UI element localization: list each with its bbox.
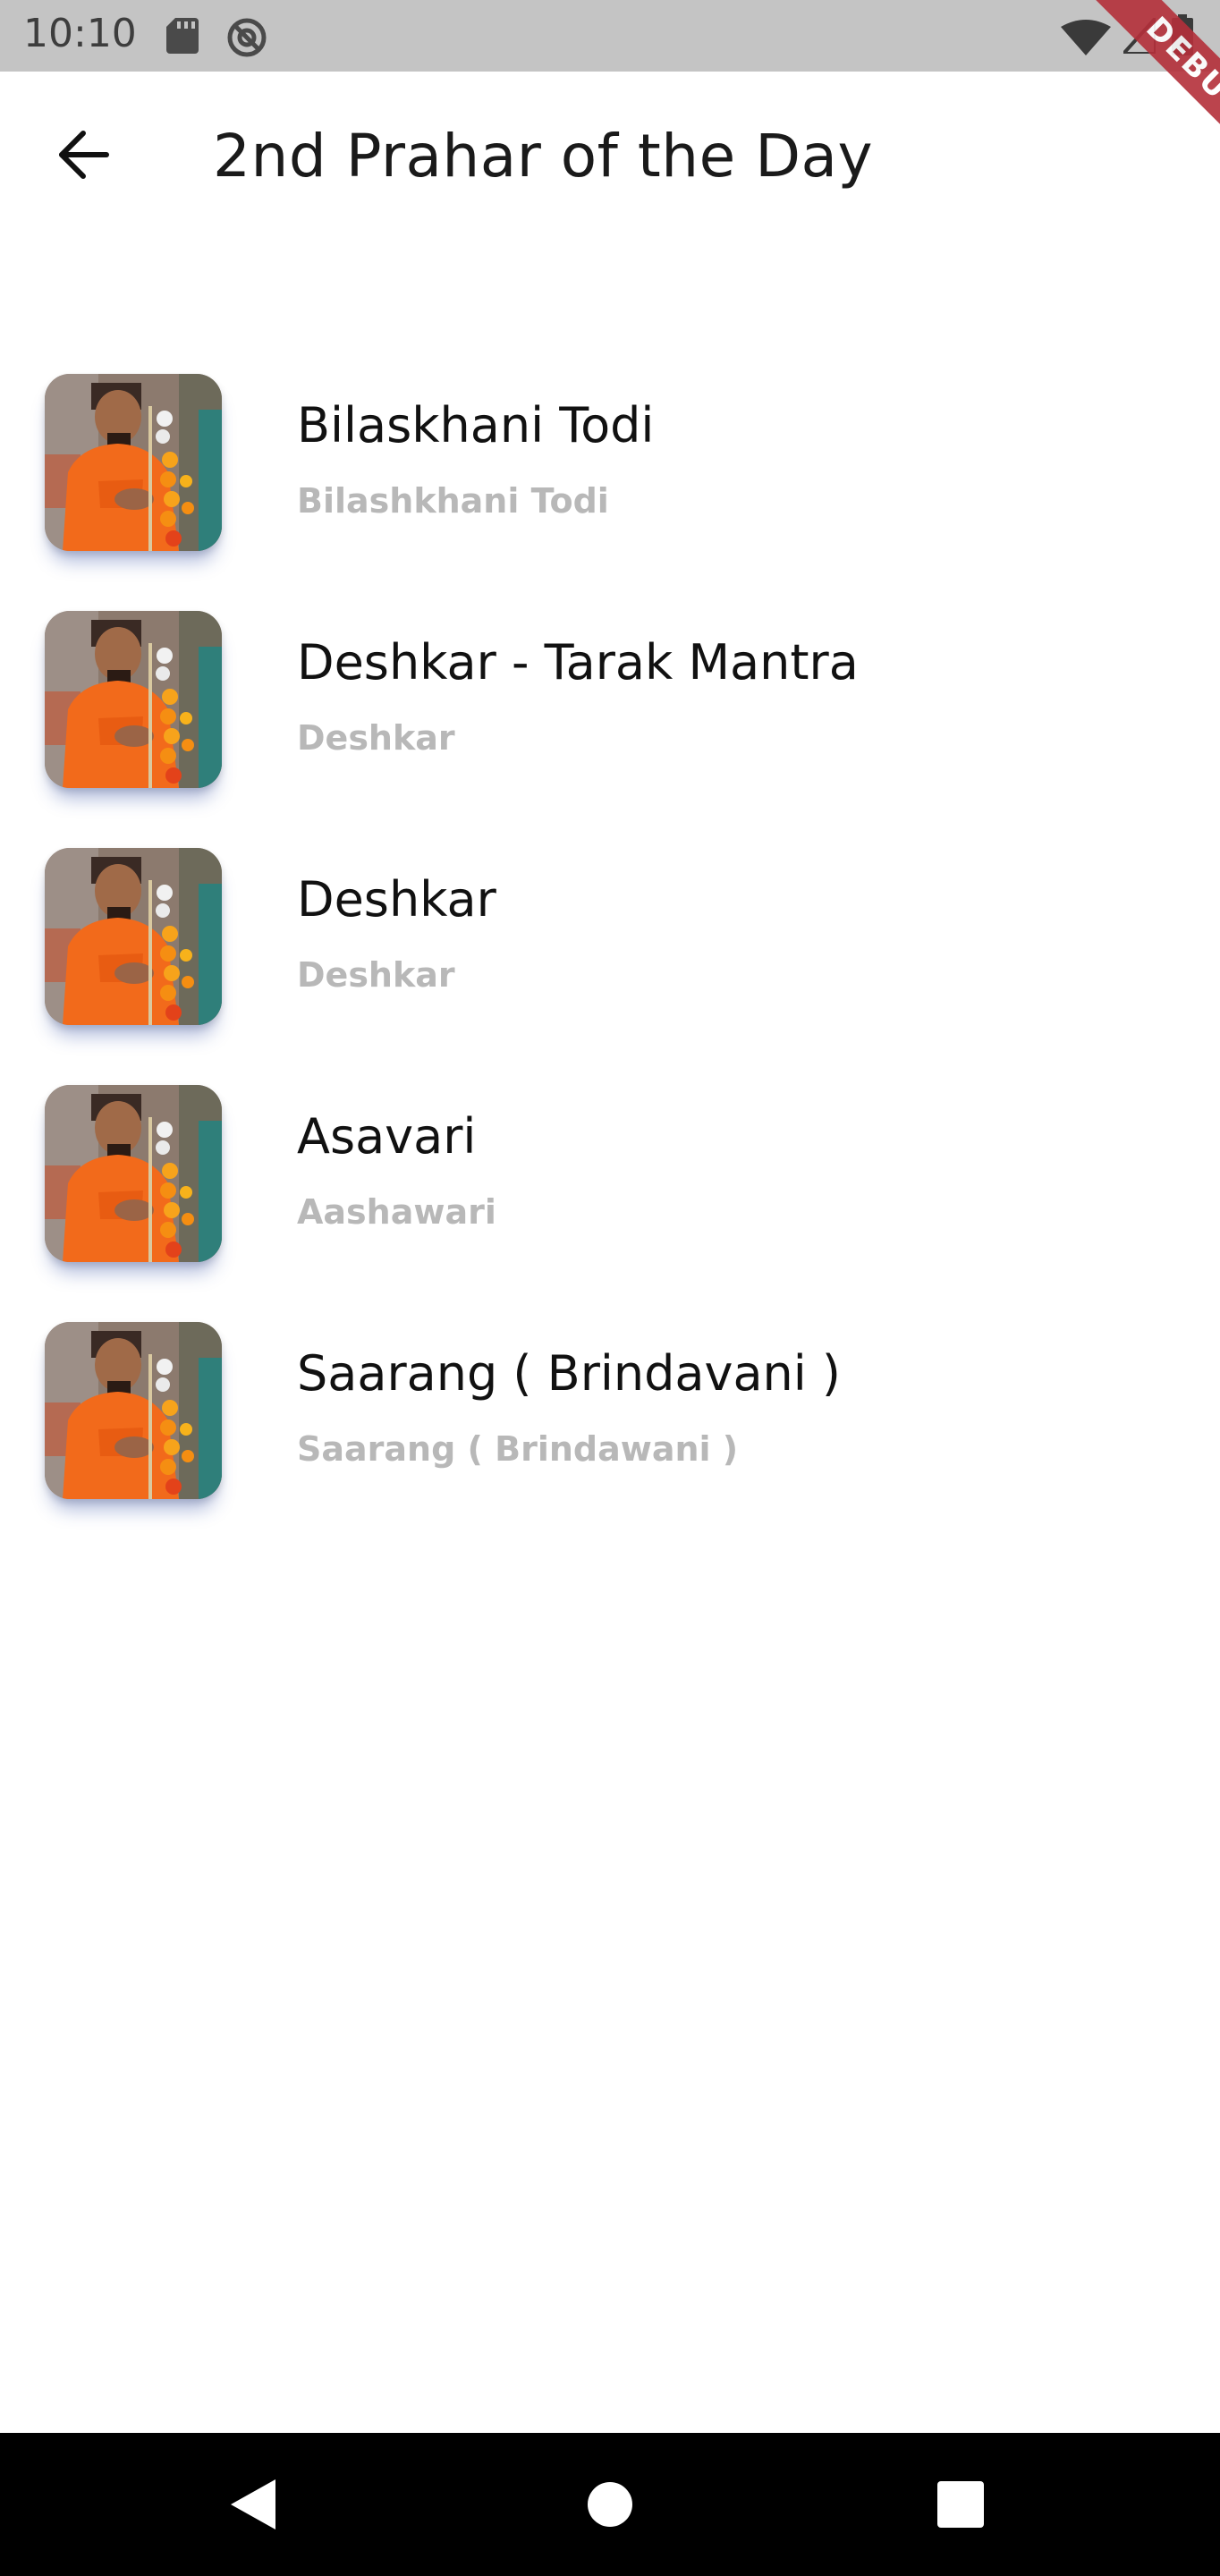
list-item[interactable]: Bilaskhani Todi Bilashkhani Todi: [0, 358, 1220, 595]
sync-icon: [227, 18, 267, 57]
arrow-back-icon: [59, 131, 109, 179]
list-item[interactable]: Deshkar Deshkar: [0, 832, 1220, 1069]
thumbnail: [45, 1085, 222, 1262]
song-subtitle: Deshkar: [297, 955, 455, 995]
status-bar: 10:10: [0, 0, 1220, 72]
singer-image-icon: [45, 611, 222, 788]
battery-icon: [1172, 14, 1193, 55]
list-item[interactable]: Asavari Aashawari: [0, 1069, 1220, 1306]
sd-card-icon: [166, 18, 199, 54]
list-item[interactable]: Saarang ( Brindavani ) Saarang ( Brindaw…: [0, 1306, 1220, 1543]
song-title: Bilaskhani Todi: [297, 397, 655, 453]
song-title: Saarang ( Brindavani ): [297, 1345, 842, 1402]
wifi-icon: [1061, 20, 1111, 55]
nav-recents-icon[interactable]: [937, 2481, 984, 2528]
thumbnail: [45, 848, 222, 1025]
page-title: 2nd Prahar of the Day: [213, 122, 874, 191]
song-subtitle: Saarang ( Brindawani ): [297, 1429, 739, 1469]
thumbnail: [45, 611, 222, 788]
singer-image-icon: [45, 848, 222, 1025]
song-title: Asavari: [297, 1108, 477, 1165]
song-title: Deshkar - Tarak Mantra: [297, 634, 859, 691]
app-bar: 2nd Prahar of the Day: [0, 72, 1220, 238]
song-title: Deshkar: [297, 871, 496, 928]
status-time: 10:10: [23, 11, 137, 56]
thumbnail: [45, 374, 222, 551]
song-subtitle: Deshkar: [297, 718, 455, 758]
song-subtitle: Bilashkhani Todi: [297, 481, 609, 521]
singer-image-icon: [45, 1085, 222, 1262]
singer-image-icon: [45, 374, 222, 551]
list-item[interactable]: Deshkar - Tarak Mantra Deshkar: [0, 595, 1220, 832]
song-subtitle: Aashawari: [297, 1192, 496, 1232]
song-list: Bilaskhani Todi Bilashkhani Todi Deshkar…: [0, 358, 1220, 1543]
singer-image-icon: [45, 1322, 222, 1499]
thumbnail: [45, 1322, 222, 1499]
back-button[interactable]: [45, 116, 122, 193]
signal-icon: [1123, 18, 1156, 54]
navigation-bar: [0, 2433, 1220, 2576]
nav-home-icon[interactable]: [587, 2481, 633, 2528]
nav-back-icon[interactable]: [231, 2479, 277, 2529]
